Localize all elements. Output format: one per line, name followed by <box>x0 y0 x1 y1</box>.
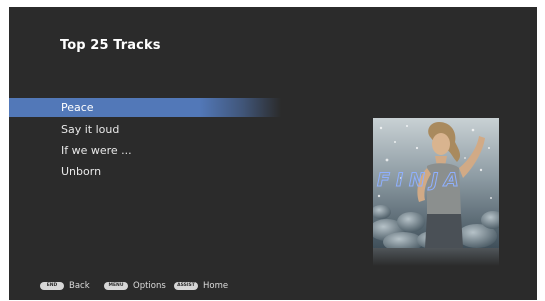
media-player-screen: Top 25 Tracks Peace Say it loud If we we… <box>9 7 537 300</box>
track-item[interactable]: If we were ... <box>9 140 299 161</box>
track-label: If we were ... <box>61 144 132 157</box>
track-list: Peace Say it loud If we were ... Unborn <box>9 98 299 182</box>
track-label: Say it loud <box>61 123 120 136</box>
album-cover: FINJA <box>373 118 499 248</box>
album-logo-text: FINJA <box>377 169 465 191</box>
album-cover-reflection <box>373 248 499 266</box>
options-button[interactable]: MENU Options <box>104 281 166 291</box>
page-title: Top 25 Tracks <box>60 38 161 53</box>
track-label: Unborn <box>61 165 102 178</box>
end-key-icon: END <box>40 282 64 290</box>
track-item[interactable]: Unborn <box>9 161 299 182</box>
menu-key-icon: MENU <box>104 282 128 290</box>
home-label: Home <box>203 281 229 291</box>
options-label: Options <box>133 281 166 291</box>
home-button[interactable]: ASSIST Home <box>174 281 228 291</box>
track-item[interactable]: Say it loud <box>9 119 299 140</box>
footer-hint-bar: END Back MENU Options ASSIST Home <box>9 278 537 300</box>
track-item-selected[interactable]: Peace <box>9 98 281 117</box>
back-label: Back <box>69 281 90 291</box>
track-label: Peace <box>61 101 94 114</box>
back-button[interactable]: END Back <box>40 281 90 291</box>
assist-key-icon: ASSIST <box>174 282 198 290</box>
